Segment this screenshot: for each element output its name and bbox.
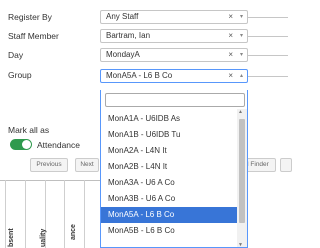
staff-member-select[interactable]: Bartram, Ian × ▾ <box>100 29 248 43</box>
table-column-divider <box>5 180 6 248</box>
attendance-label: Attendance <box>37 140 81 150</box>
divider <box>248 55 288 56</box>
column-header-absent: bsent <box>8 228 15 247</box>
staff-member-value: Bartram, Ian <box>106 31 151 40</box>
day-select[interactable]: MondayA × ▾ <box>100 48 248 62</box>
clear-icon[interactable]: × <box>228 49 233 61</box>
chevron-up-icon: ▴ <box>239 73 243 79</box>
dropdown-search-input[interactable] <box>105 93 245 107</box>
table-top-border <box>0 180 100 181</box>
table-column-divider <box>25 180 26 248</box>
group-dropdown[interactable]: MonA1A - U6IDB As MonA1B - U6IDB Tu MonA… <box>100 90 248 248</box>
mark-all-as-label: Mark all as <box>8 125 50 135</box>
group-value: MonA5A - L6 B Co <box>106 71 173 80</box>
dropdown-options-list: MonA1A - U6IDB As MonA1B - U6IDB Tu MonA… <box>101 111 239 239</box>
dropdown-option[interactable]: MonA1A - U6IDB As <box>101 111 239 127</box>
day-value: MondayA <box>106 50 140 59</box>
divider <box>248 36 288 37</box>
attendance-toggle[interactable] <box>10 139 32 150</box>
scrollbar-thumb[interactable] <box>239 119 245 223</box>
dropdown-option[interactable]: MonA2A - L4N It <box>101 143 239 159</box>
register-by-value: Any Staff <box>106 12 139 21</box>
register-by-select[interactable]: Any Staff × ▾ <box>100 10 248 24</box>
register-by-label: Register By <box>8 12 52 22</box>
dropdown-option[interactable]: MonA1B - U6IDB Tu <box>101 127 239 143</box>
next-button[interactable]: Next <box>75 158 99 172</box>
divider <box>248 76 288 77</box>
dropdown-option[interactable]: MonA3A - U6 A Co <box>101 175 239 191</box>
pager-button-partial[interactable] <box>280 158 292 172</box>
column-header-attendance: ance <box>70 224 77 240</box>
clear-icon[interactable]: × <box>228 30 233 42</box>
table-column-divider <box>64 180 65 248</box>
divider <box>248 17 288 18</box>
group-select[interactable]: MonA5A - L6 B Co × ▴ <box>100 69 248 83</box>
dropdown-option[interactable]: MonA2B - L4N It <box>101 159 239 175</box>
dropdown-option[interactable]: MonA3B - U6 A Co <box>101 191 239 207</box>
group-label: Group <box>8 70 32 80</box>
clear-icon[interactable]: × <box>228 11 233 23</box>
scroll-up-icon[interactable]: ▲ <box>238 109 243 115</box>
table-column-divider <box>84 180 85 248</box>
previous-button[interactable]: Previous <box>30 158 68 172</box>
dropdown-option-selected[interactable]: MonA5A - L6 B Co <box>101 207 239 223</box>
dropdown-option[interactable]: MonA5B - L6 B Co <box>101 223 239 239</box>
clear-icon[interactable]: × <box>228 70 233 82</box>
chevron-down-icon: ▾ <box>239 14 243 20</box>
dropdown-scrollbar[interactable]: ▲ ▼ <box>237 109 247 247</box>
toggle-knob <box>22 140 31 149</box>
chevron-down-icon: ▾ <box>239 52 243 58</box>
chevron-down-icon: ▾ <box>239 33 243 39</box>
scroll-down-icon[interactable]: ▼ <box>238 242 243 247</box>
column-header-punctuality: uality <box>40 228 47 247</box>
day-label: Day <box>8 50 24 60</box>
staff-member-label: Staff Member <box>8 31 59 41</box>
